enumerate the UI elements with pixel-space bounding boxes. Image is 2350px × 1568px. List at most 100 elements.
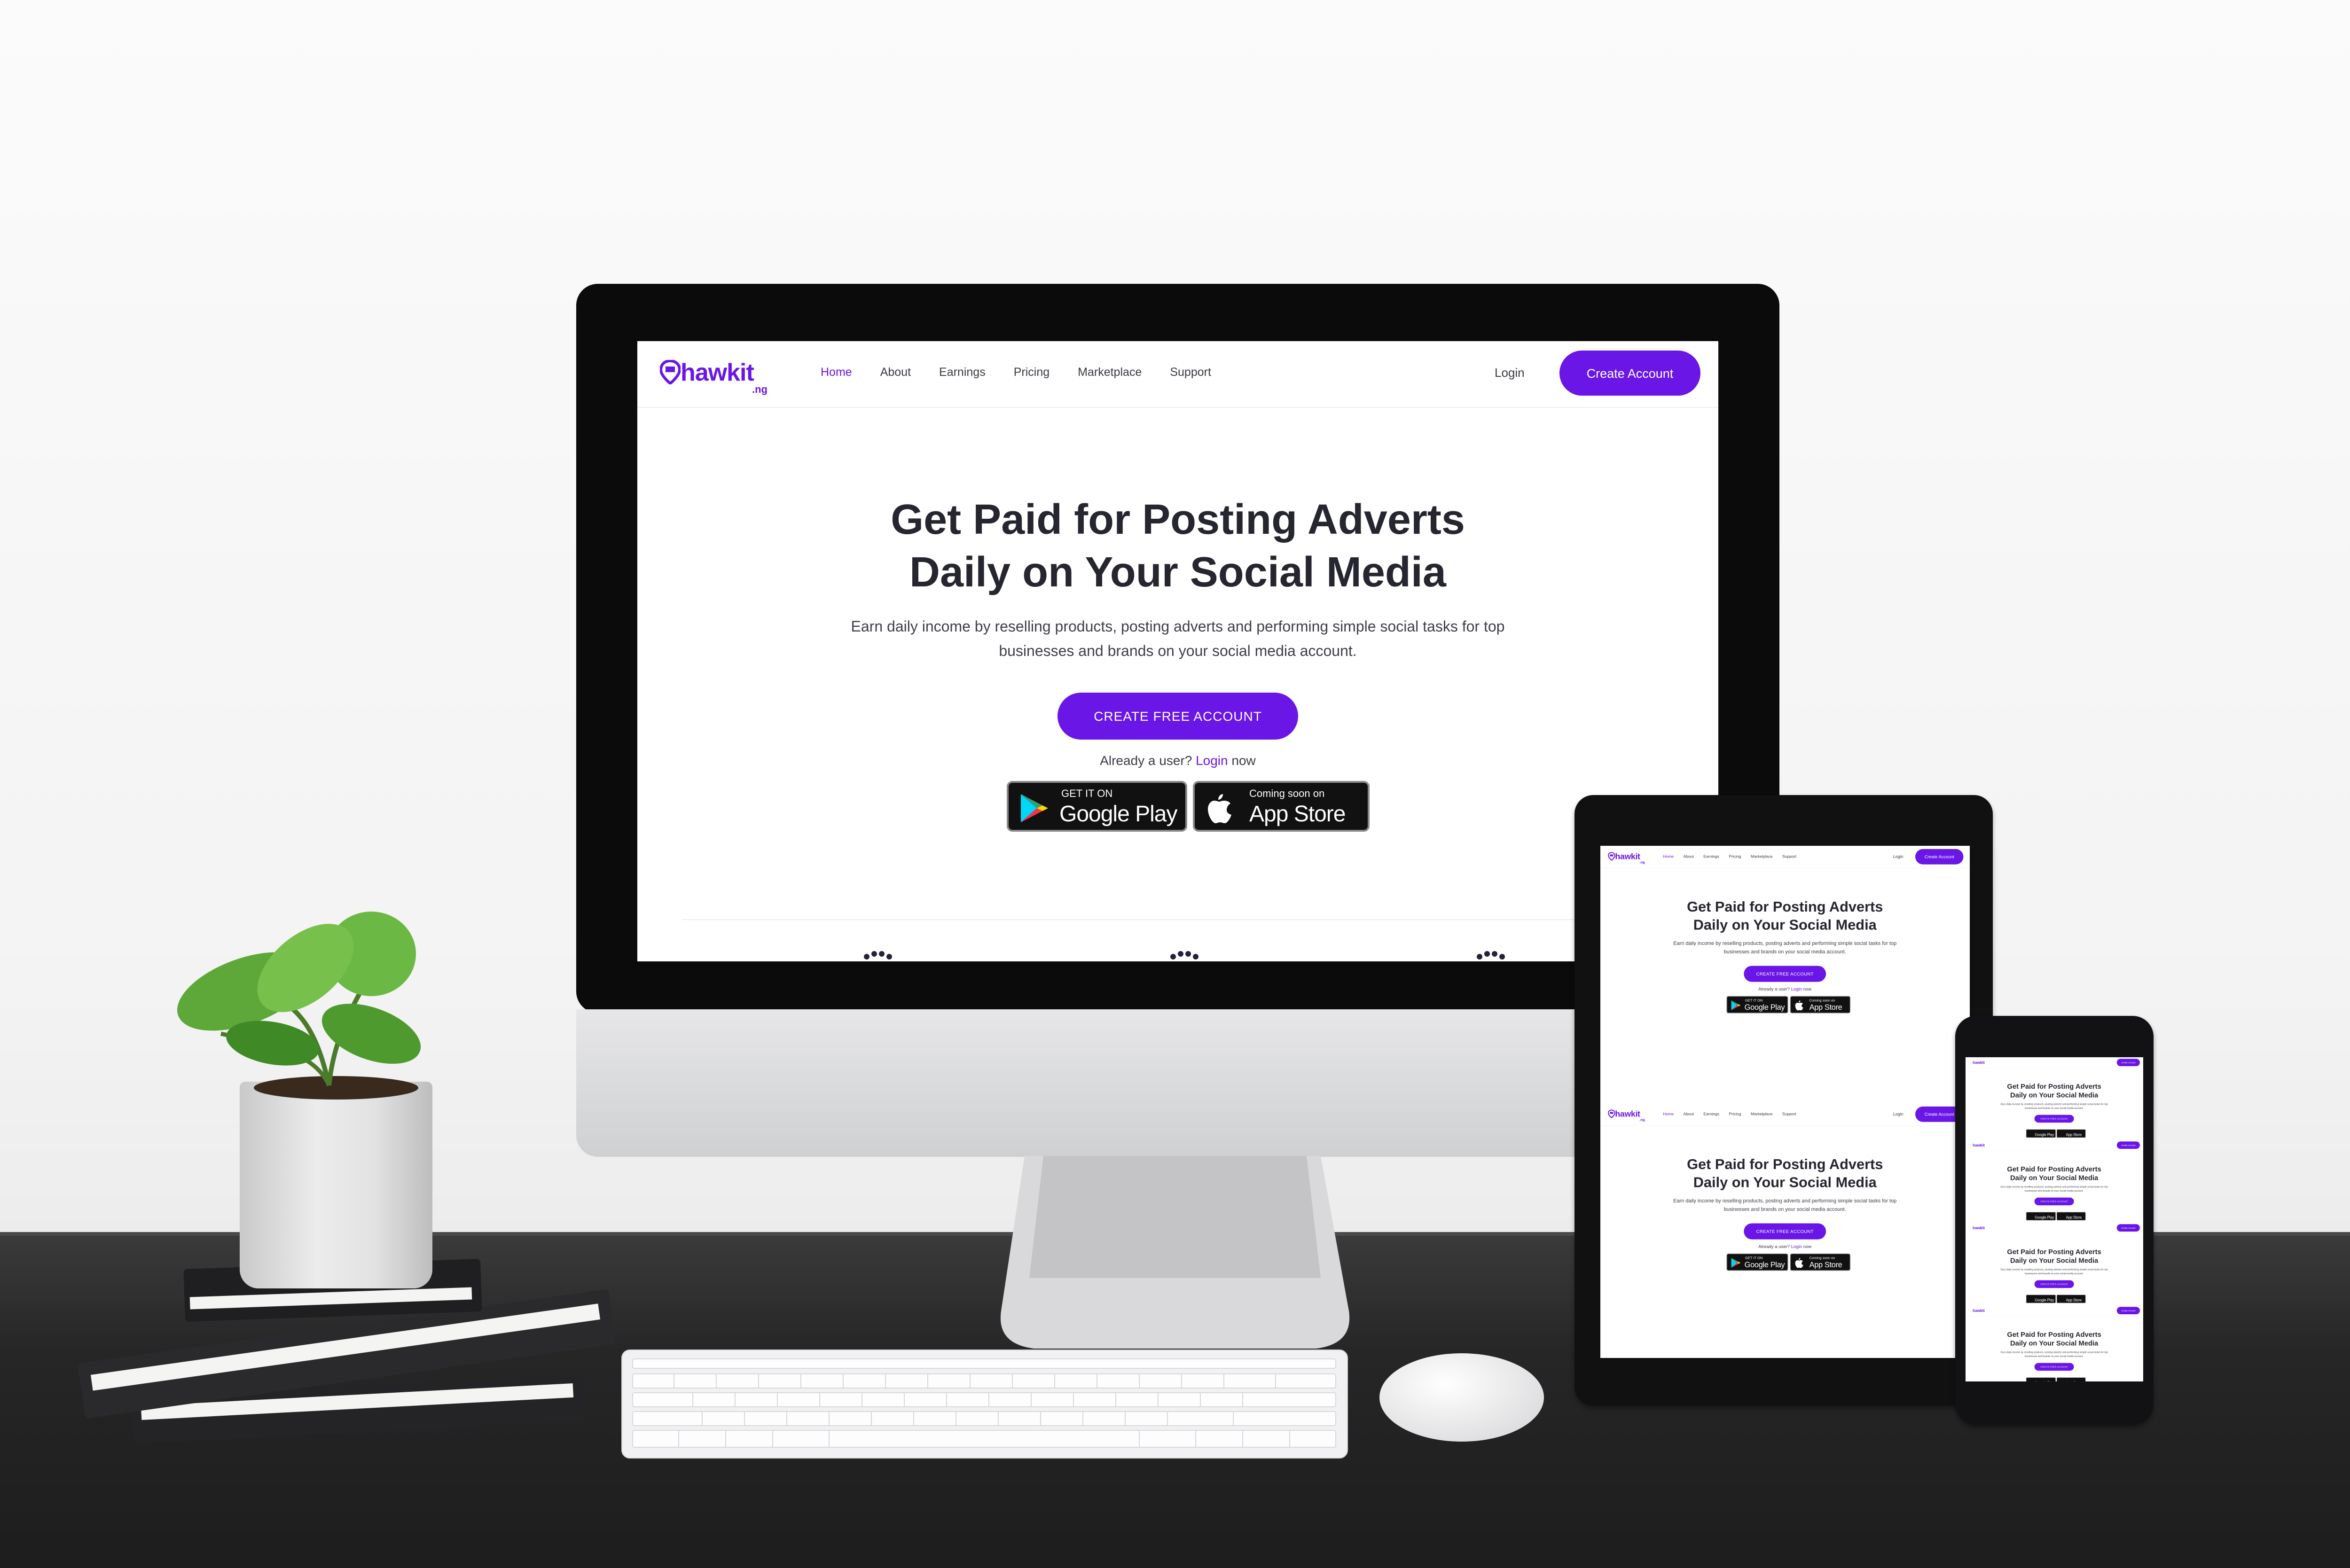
ipad-screen: hawkit .ng Home About Earnings Pricing M… [1600,846,1970,1358]
apple-badge-big: App Store [2066,1298,2082,1303]
google-play-badge[interactable]: GET IT ON Google Play [1007,781,1187,832]
nav-marketplace[interactable]: Marketplace [1751,854,1773,859]
create-free-account-button[interactable]: CREATE FREE ACCOUNT [1058,693,1298,740]
apple-icon [1795,1000,1803,1011]
hero-title-line2: Daily on Your Social Media [2010,1339,2099,1347]
app-store-badge[interactable]: App Store [2056,1377,2086,1381]
app-store-badge[interactable]: Coming soon on App Store [1790,1253,1851,1271]
site-logo[interactable]: hawkit [1969,1225,1988,1232]
create-account-button[interactable]: Create Account [1915,849,1964,865]
app-store-badge[interactable]: App Store [2056,1295,2086,1303]
hero-title-line2: Daily on Your Social Media [1693,916,1877,933]
logo-wordmark: hawkit [1973,1308,1985,1313]
google-play-icon [1021,794,1048,822]
app-store-badge[interactable]: Coming soon on App Store [1790,996,1851,1014]
site-logo[interactable]: hawkit .ng [660,354,773,396]
nav-links: Home About Earnings Pricing Marketplace … [1663,1112,1806,1116]
site-logo[interactable]: hawkit [1969,1308,1988,1314]
hero-title-line1: Get Paid for Posting Adverts [1687,898,1883,915]
nav-pricing[interactable]: Pricing [1729,1112,1741,1116]
nav-about[interactable]: About [1683,1112,1693,1116]
imac-stand [1000,1156,1350,1349]
create-free-account-button[interactable]: CREATE FREE ACCOUNT [2034,1363,2074,1371]
site-navbar: hawkit Create Account [1966,1223,2143,1234]
nav-links: Home About Earnings Pricing Marketplace … [821,366,1239,379]
google-badge-big: Google Play [2035,1132,2054,1137]
nav-home[interactable]: Home [821,366,852,379]
logo-wordmark: hawkit [1973,1142,1985,1147]
hero-title: Get Paid for Posting Adverts Daily on Yo… [1600,898,1969,934]
nav-home[interactable]: Home [1663,854,1674,859]
hero-title-line2: Daily on Your Social Media [909,548,1446,596]
keyboard-keys [632,1358,1336,1448]
site-logo[interactable]: hawkit .ng [1608,1108,1646,1122]
hero-description: Earn daily income by reselling products,… [1673,941,1897,955]
create-free-account-button[interactable]: CREATE FREE ACCOUNT [1744,966,1826,982]
nav-about[interactable]: About [1683,854,1693,859]
create-account-button[interactable]: Create Account [2116,1224,2140,1232]
hero-description: Earn daily income by reselling products,… [851,619,1505,660]
nav-support[interactable]: Support [1782,1112,1796,1116]
site-logo[interactable]: hawkit .ng [1608,850,1646,865]
nav-login-link[interactable]: Login [1893,1112,1904,1116]
site-tablet: hawkit .ng Home About Earnings Pricing M… [1600,1103,1970,1315]
login-suffix: now [1803,1244,1812,1249]
nav-pricing[interactable]: Pricing [1729,854,1741,859]
create-account-button[interactable]: Create Account [2116,1059,2140,1067]
nav-support[interactable]: Support [1782,854,1796,859]
nav-pricing[interactable]: Pricing [1014,366,1050,379]
nav-support[interactable]: Support [1170,366,1211,379]
nav-about[interactable]: About [880,366,911,379]
apple-badge-big: App Store [1809,1260,1842,1270]
google-play-badge[interactable]: Google Play [2026,1295,2056,1303]
hero-login-link[interactable]: Login [1196,753,1228,768]
app-store-badge[interactable]: App Store [2056,1212,2086,1221]
nav-earnings[interactable]: Earnings [1703,854,1719,859]
nav-home[interactable]: Home [1663,1112,1674,1116]
create-account-button[interactable]: Create Account [1559,351,1700,396]
create-free-account-button[interactable]: CREATE FREE ACCOUNT [2034,1197,2074,1206]
logo-wordmark: hawkit [681,358,754,386]
site-navbar: hawkit Create Account [1966,1057,2143,1069]
google-badge-big: Google Play [2035,1298,2054,1303]
create-free-account-button[interactable]: CREATE FREE ACCOUNT [2034,1280,2074,1288]
hero-login-link[interactable]: Login [1791,986,1802,991]
create-free-account-button[interactable]: CREATE FREE ACCOUNT [2034,1115,2074,1123]
hero-description: Earn daily income by reselling products,… [2000,1186,2108,1193]
plant-leaves [177,912,421,1086]
logo-wordmark: hawkit [1973,1060,1985,1065]
create-account-button[interactable]: Create Account [2116,1307,2140,1315]
google-play-badge[interactable]: Google Play [2026,1129,2056,1138]
google-play-icon [1731,1258,1741,1268]
ipad-page-top: hawkit .ng Home About Earnings Pricing M… [1600,846,1970,1100]
apple-badge-big: App Store [2066,1215,2082,1220]
google-play-badge[interactable]: Google Play [2026,1212,2056,1221]
nav-earnings[interactable]: Earnings [1703,1112,1719,1116]
app-store-badge[interactable]: App Store [2056,1129,2086,1138]
logo-suffix: .ng [1639,860,1645,865]
app-store-badge[interactable]: Coming soon on App Store [1193,781,1370,832]
create-account-button[interactable]: Create Account [2116,1141,2140,1149]
nav-login-link[interactable]: Login [1495,366,1525,380]
site-logo[interactable]: hawkit [1969,1060,1988,1066]
loader-dots-icon [864,951,892,960]
hero-login-link[interactable]: Login [1791,1244,1802,1249]
google-badge-small: GET IT ON [1061,788,1113,800]
nav-earnings[interactable]: Earnings [939,366,986,379]
google-play-badge[interactable]: Google Play [2026,1377,2056,1381]
google-play-badge[interactable]: GET IT ON Google Play [1726,996,1788,1014]
loader-dots-icon [1477,951,1505,960]
hero-description: Earn daily income by reselling products,… [2000,1268,2108,1275]
hero-title-line1: Get Paid for Posting Adverts [2007,1082,2101,1091]
nav-marketplace[interactable]: Marketplace [1751,1112,1773,1116]
site-logo[interactable]: hawkit [1969,1142,1988,1149]
hero-login-line: Already a user? Login now [1600,1244,1969,1249]
nav-marketplace[interactable]: Marketplace [1078,366,1142,379]
logo-suffix: .ng [1639,1118,1645,1122]
google-play-badge[interactable]: GET IT ON Google Play [1726,1253,1788,1271]
nav-login-link[interactable]: Login [1893,854,1904,859]
hero-description: Earn daily income by reselling products,… [2000,1351,2108,1358]
site-mobile: hawkit Create Account Get Paid for Posti… [1966,1305,2143,1381]
create-free-account-button[interactable]: CREATE FREE ACCOUNT [1744,1223,1826,1240]
hero-title: Get Paid for Posting Adverts Daily on Yo… [1966,1082,2143,1100]
